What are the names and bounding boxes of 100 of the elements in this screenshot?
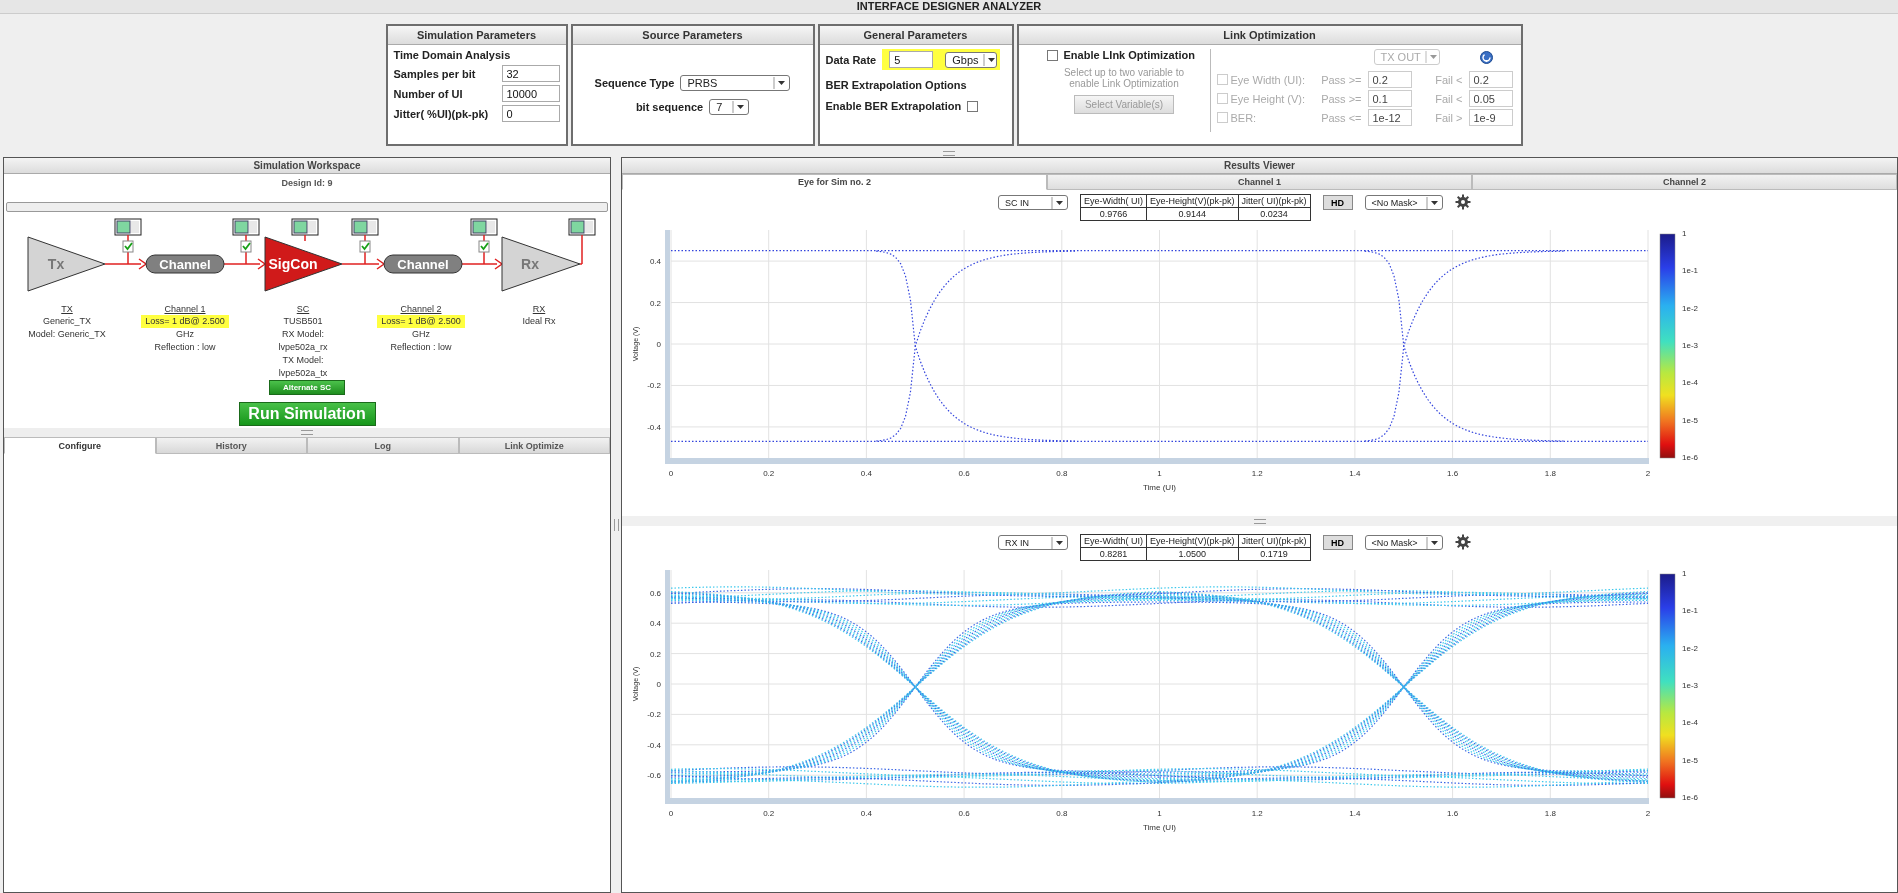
dropdown[interactable]: <No Mask>	[1364, 535, 1443, 550]
axis-tick-label: 1.2	[1251, 469, 1263, 478]
input-field[interactable]: 0	[501, 105, 560, 122]
input-field[interactable]: 10000	[501, 85, 560, 102]
input-field[interactable]: 0.2	[1468, 71, 1513, 88]
checkbox[interactable]	[1216, 74, 1228, 85]
axis-tick-label: 0.8	[1056, 469, 1068, 478]
fail-label: Fail <	[1434, 73, 1463, 86]
tab[interactable]: History	[155, 437, 307, 454]
input-field[interactable]: 0.05	[1468, 90, 1513, 107]
splitter-handle[interactable]	[1253, 518, 1266, 524]
checkbox[interactable]	[122, 240, 134, 253]
oscilloscope-icon[interactable]	[291, 218, 319, 236]
hd-button[interactable]: HD	[1322, 535, 1353, 550]
axis-tick-label: 0.6	[958, 809, 970, 818]
block-detail: TX Model:	[282, 355, 324, 365]
tab[interactable]: Channel 1	[1047, 174, 1472, 190]
input-field[interactable]: 5	[889, 51, 934, 68]
axis-tick-label: -0.4	[647, 422, 661, 432]
dropdown[interactable]: Gbps	[945, 51, 998, 68]
tab[interactable]: Link Optimize	[458, 437, 610, 454]
block-detail: GHz	[412, 329, 430, 339]
axis-tick-label: -0.2	[647, 381, 661, 391]
dropdown-arrow-icon	[1051, 196, 1065, 209]
axis-tick-label: 2	[1645, 809, 1651, 818]
axis-tick-label: 0.4	[860, 469, 872, 478]
settings-icon[interactable]	[1454, 194, 1471, 210]
field-label: Number of UI	[393, 87, 463, 100]
block-heading[interactable]: RX	[532, 304, 546, 315]
axis-tick-label: 0.4	[649, 619, 661, 629]
colorbar-label: 1e-3	[1682, 341, 1698, 350]
dropdown[interactable]: PRBS	[680, 74, 791, 91]
probe-line	[483, 234, 485, 265]
axis-tick-label: 0	[668, 809, 674, 818]
tab[interactable]: Channel 2	[1472, 174, 1897, 190]
arrow	[223, 258, 267, 270]
block-detail: Reflection : low	[390, 342, 452, 352]
table-cell-text: 0.9144	[1177, 208, 1208, 220]
table-cell-text: 0.9766	[1098, 208, 1129, 220]
scrollbar[interactable]	[6, 202, 608, 212]
tab[interactable]: Log	[307, 437, 459, 454]
oscilloscope-icon[interactable]	[114, 218, 142, 236]
input-field[interactable]: 0.2	[1367, 71, 1412, 88]
table-header: Jitter( UI)(pk-pk)	[1238, 535, 1310, 548]
hd-button[interactable]: HD	[1322, 195, 1353, 210]
pass-label: Pass <=	[1320, 111, 1362, 124]
axis-tick-label: 1.6	[1447, 809, 1459, 818]
axis-tick-label: 0.4	[860, 809, 872, 818]
probe-line	[245, 234, 247, 265]
dropdown[interactable]: RX IN	[998, 535, 1068, 550]
panel-title: Source Parameters	[572, 26, 813, 45]
checkbox[interactable]	[240, 240, 252, 253]
axis-tick-label: 0	[668, 469, 674, 478]
settings-icon[interactable]	[1454, 534, 1471, 550]
criterion-label: Eye Height (V):	[1230, 92, 1307, 105]
channel-block[interactable]: Channel	[145, 254, 225, 274]
oscilloscope-icon[interactable]	[232, 218, 260, 236]
axis-tick-label: 0.6	[649, 588, 661, 598]
table-header: Eye-Width( UI)	[1081, 195, 1146, 208]
field-label: Sequence Type	[594, 76, 675, 89]
input-field[interactable]: 32	[501, 65, 560, 82]
checkbox-label: Enable LInk Optimization	[1063, 49, 1195, 61]
pass-label: Pass >=	[1320, 92, 1362, 105]
checkbox[interactable]	[478, 240, 490, 253]
checkbox[interactable]	[1216, 112, 1228, 123]
probe-line	[581, 234, 583, 265]
input-field[interactable]: 1e-9	[1468, 109, 1513, 126]
tab[interactable]: Eye for Sim no. 2	[622, 174, 1047, 190]
criterion-label: Eye Width (UI):	[1230, 73, 1307, 86]
table-header: Eye-Width( UI)	[1081, 535, 1146, 548]
dropdown[interactable]: 7	[709, 98, 750, 115]
channel-block[interactable]: Channel	[383, 254, 463, 274]
checkbox-label: Enable BER Extrapolation	[825, 100, 962, 112]
splitter-handle[interactable]	[943, 150, 955, 156]
field-label: Samples per bit	[393, 67, 476, 80]
block-detail: lvpe502a_tx	[278, 368, 328, 378]
axis-tick-label: 1.8	[1544, 469, 1556, 478]
fail-label: Fail <	[1434, 92, 1463, 105]
splitter-handle[interactable]	[613, 519, 619, 531]
splitter-handle[interactable]	[301, 430, 313, 435]
block-heading[interactable]: TX	[61, 304, 73, 315]
oscilloscope-icon[interactable]	[568, 218, 596, 236]
checkbox[interactable]	[1216, 93, 1228, 104]
block-heading[interactable]: SC	[296, 304, 310, 315]
help-icon[interactable]	[1479, 50, 1493, 64]
dropdown[interactable]: SC IN	[998, 195, 1068, 210]
oscilloscope-icon[interactable]	[351, 218, 379, 236]
input-field[interactable]: 1e-12	[1367, 109, 1412, 126]
dropdown[interactable]: <No Mask>	[1364, 195, 1443, 210]
checkbox[interactable]	[967, 100, 979, 112]
checkbox[interactable]	[1046, 49, 1058, 61]
checkbox[interactable]	[359, 240, 371, 253]
input-field[interactable]: 0.1	[1367, 90, 1412, 107]
block-heading[interactable]: Channel 2	[400, 304, 442, 315]
amplifier-block[interactable]: SigCon	[264, 236, 343, 292]
field-label: Jitter( %UI)(pk-pk)	[393, 107, 489, 120]
block-heading[interactable]: Channel 1	[164, 304, 206, 315]
tab[interactable]: Configure	[4, 437, 156, 454]
axis-tick-label: 0.4	[649, 257, 661, 267]
oscilloscope-icon[interactable]	[470, 218, 498, 236]
